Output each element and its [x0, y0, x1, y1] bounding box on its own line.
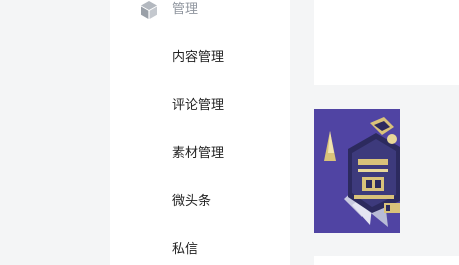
sidebar-item-label: 评论管理: [172, 98, 225, 113]
sidebar-item-content[interactable]: 内容管理: [110, 42, 290, 74]
sidebar-item-messages[interactable]: 私信: [110, 234, 290, 265]
sidebar-item-micro-headlines[interactable]: 微头条: [110, 186, 290, 218]
sidebar-item-label: 私信: [172, 242, 199, 257]
sidebar-item-comments[interactable]: 评论管理: [110, 90, 290, 122]
sidebar-item-label: 素材管理: [172, 146, 225, 161]
banner-image[interactable]: [314, 109, 400, 233]
sidebar-item-label: 微头条: [172, 194, 212, 209]
sidebar-item-label: 内容管理: [172, 50, 225, 65]
content-card: [314, 0, 459, 85]
sidebar-group-label: 管理: [172, 2, 199, 17]
sidebar-group-manage[interactable]: 管理: [110, 0, 290, 25]
sidebar: 管理 内容管理 评论管理 素材管理 微头条 私信: [110, 0, 290, 265]
page: 管理 内容管理 评论管理 素材管理 微头条 私信: [0, 0, 459, 265]
cube-icon: [138, 0, 160, 21]
sidebar-item-materials[interactable]: 素材管理: [110, 138, 290, 170]
content-card: [314, 256, 459, 265]
